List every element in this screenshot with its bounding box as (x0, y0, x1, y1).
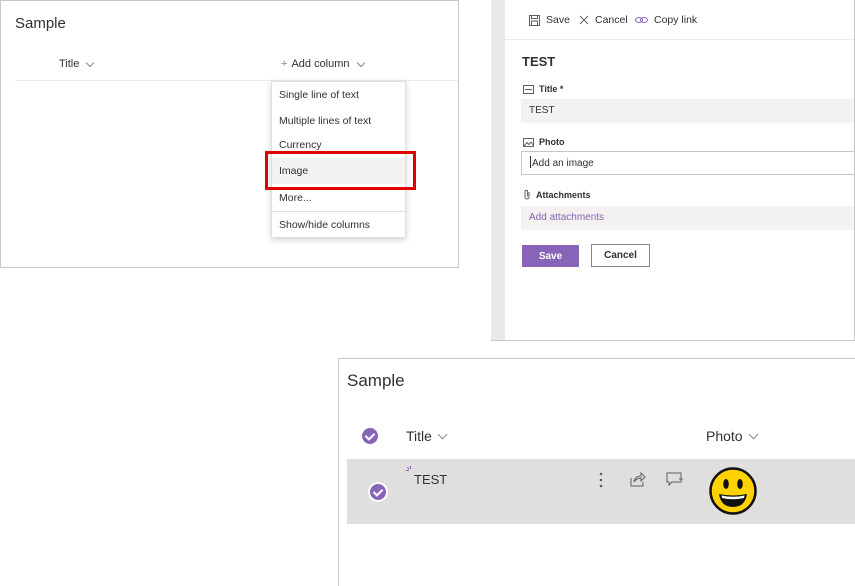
command-save-label: Save (546, 14, 570, 26)
column-header-title-label: Title (59, 58, 80, 70)
chevron-down-icon (748, 429, 759, 440)
more-options-icon[interactable] (599, 472, 603, 488)
add-column-button[interactable]: + Add column (281, 58, 365, 70)
column-header-photo-label: Photo (706, 428, 743, 444)
list-view-panel: Sample Title Photo TEST (338, 358, 855, 586)
list-title: Sample (15, 15, 66, 32)
image-icon (523, 137, 534, 147)
menu-item-multiple-lines-of-text[interactable]: Multiple lines of text (272, 108, 405, 134)
field-label-attachments: Attachments (523, 189, 591, 200)
text-caret (530, 156, 531, 169)
chevron-down-icon (86, 58, 95, 67)
column-header-title[interactable]: Title (406, 428, 448, 444)
panel-left-bar (491, 0, 505, 340)
plus-icon: + (281, 58, 288, 70)
chevron-down-icon (356, 58, 365, 67)
command-cancel[interactable]: Cancel (579, 14, 628, 26)
chevron-down-icon (437, 429, 448, 440)
highlight-box (265, 151, 416, 190)
row-checkbox[interactable] (370, 484, 386, 500)
text-field-icon (523, 84, 534, 94)
form-title: TEST (522, 54, 556, 69)
item-edit-panel: Save Cancel Copy link TEST Title * TEST (491, 0, 855, 341)
menu-item-single-line-of-text[interactable]: Single line of text (272, 82, 405, 108)
field-label-photo-text: Photo (539, 137, 565, 147)
command-copy-link-label: Copy link (654, 14, 698, 26)
table-row[interactable]: TEST (347, 459, 855, 524)
select-all-checkbox[interactable] (362, 428, 378, 444)
save-icon (529, 14, 540, 26)
comment-icon[interactable] (666, 472, 684, 487)
paperclip-icon (524, 189, 530, 200)
link-icon (635, 17, 648, 23)
field-label-attachments-text: Attachments (536, 189, 591, 200)
grinning-face-emoji-icon (709, 467, 757, 515)
command-copy-link[interactable]: Copy link (635, 14, 697, 26)
add-column-label: Add column (291, 58, 350, 70)
photo-input-placeholder: Add an image (532, 158, 594, 169)
photo-input[interactable]: Add an image (521, 151, 854, 175)
required-marker: * (559, 84, 564, 94)
title-input[interactable]: TEST (521, 99, 854, 123)
column-header-photo[interactable]: Photo (706, 428, 759, 444)
cancel-button[interactable]: Cancel (591, 244, 650, 267)
field-label-photo: Photo (523, 137, 565, 147)
add-column-panel: Sample Title + Add column Single line of… (0, 0, 459, 268)
save-button[interactable]: Save (522, 245, 579, 267)
command-bar: Save Cancel Copy link (505, 0, 854, 40)
field-label-title: Title * (523, 84, 563, 94)
list-title: Sample (347, 371, 405, 390)
command-cancel-label: Cancel (595, 14, 628, 26)
column-header-title[interactable]: Title (59, 58, 95, 70)
add-attachments-link[interactable]: Add attachments (521, 206, 854, 230)
row-title[interactable]: TEST (414, 472, 447, 487)
column-header-title-label: Title (406, 428, 432, 444)
close-icon (579, 15, 589, 25)
command-save[interactable]: Save (529, 14, 570, 26)
field-label-title-text: Title (539, 84, 558, 94)
menu-item-show-hide-columns[interactable]: Show/hide columns (272, 212, 405, 238)
share-icon[interactable] (630, 472, 646, 487)
